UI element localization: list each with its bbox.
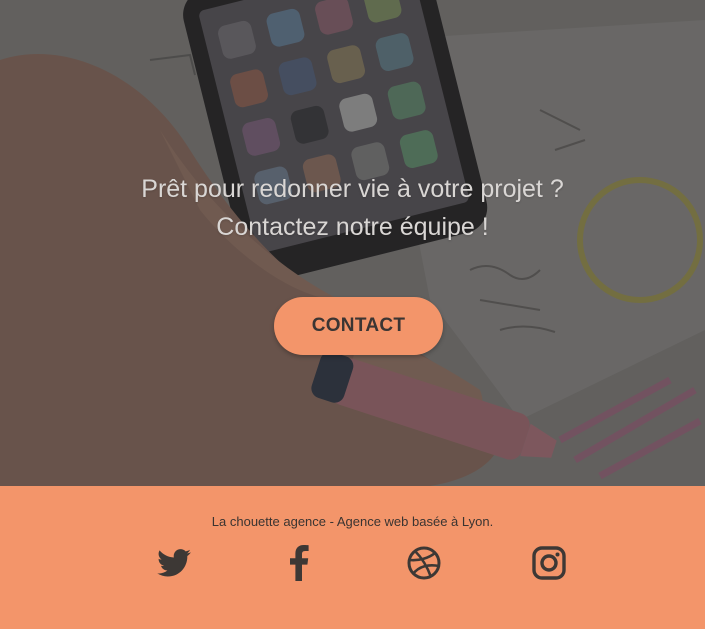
dribbble-icon[interactable] bbox=[406, 545, 442, 581]
footer: La chouette agence - Agence web basée à … bbox=[0, 486, 705, 629]
hero-heading-line-1: Prêt pour redonner vie à votre projet ? bbox=[141, 175, 564, 203]
hero-heading-line-2: Contactez notre équipe ! bbox=[216, 213, 489, 241]
footer-tagline: La chouette agence - Agence web basée à … bbox=[211, 514, 494, 529]
hero-section: Prêt pour redonner vie à votre projet ? … bbox=[0, 0, 705, 486]
instagram-icon[interactable] bbox=[531, 545, 567, 581]
twitter-icon[interactable] bbox=[156, 545, 192, 581]
facebook-icon[interactable] bbox=[281, 545, 317, 581]
hero-heading: Prêt pour redonner vie à votre projet ? … bbox=[0, 170, 705, 246]
contact-button[interactable]: CONTACT bbox=[274, 297, 443, 355]
